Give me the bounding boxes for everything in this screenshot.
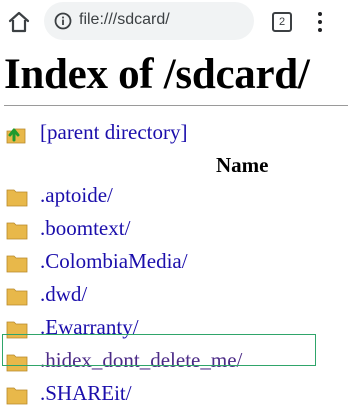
list-item: .aptoide/ bbox=[0, 182, 348, 215]
folder-icon bbox=[6, 286, 28, 306]
url-text[interactable]: file:///sdcard/ bbox=[79, 11, 170, 29]
folder-icon bbox=[6, 385, 28, 405]
list-item-highlighted: .hidex_dont_delete_me/ bbox=[0, 347, 348, 380]
folder-icon bbox=[6, 187, 28, 207]
folder-link[interactable]: .boomtext/ bbox=[40, 216, 130, 241]
parent-directory-link[interactable]: [parent directory] bbox=[40, 120, 188, 145]
list-item: .dwd/ bbox=[0, 281, 348, 314]
folder-icon bbox=[6, 352, 28, 372]
list-item: .SHAREit/ bbox=[0, 380, 348, 413]
folder-link[interactable]: .dwd/ bbox=[40, 282, 87, 307]
tab-switcher-icon[interactable]: 2 bbox=[272, 12, 292, 32]
title-divider bbox=[4, 105, 348, 106]
folder-link[interactable]: .hidex_dont_delete_me/ bbox=[40, 348, 242, 373]
list-item: .ColombiaMedia/ bbox=[0, 248, 348, 281]
folder-link[interactable]: .Ewarranty/ bbox=[40, 315, 139, 340]
more-vert-icon[interactable] bbox=[312, 9, 328, 35]
address-bar[interactable]: file:///sdcard/ bbox=[44, 2, 254, 40]
folder-icon bbox=[6, 220, 28, 240]
folder-link[interactable]: .SHAREit/ bbox=[40, 381, 132, 406]
list-item: .boomtext/ bbox=[0, 215, 348, 248]
folder-icon bbox=[6, 253, 28, 273]
page-title: Index of /sdcard/ bbox=[4, 51, 310, 98]
home-icon[interactable] bbox=[6, 9, 32, 35]
browser-toolbar: file:///sdcard/ 2 bbox=[0, 0, 348, 44]
folder-link[interactable]: .ColombiaMedia/ bbox=[40, 249, 188, 274]
folder-up-icon bbox=[4, 122, 28, 146]
info-icon[interactable] bbox=[54, 12, 72, 30]
directory-listing: .aptoide/ .boomtext/ .ColombiaMedia/ .dw… bbox=[0, 182, 348, 413]
list-item: .Ewarranty/ bbox=[0, 314, 348, 347]
folder-icon bbox=[6, 319, 28, 339]
name-column-header: Name bbox=[216, 153, 269, 177]
folder-link[interactable]: .aptoide/ bbox=[40, 183, 113, 208]
